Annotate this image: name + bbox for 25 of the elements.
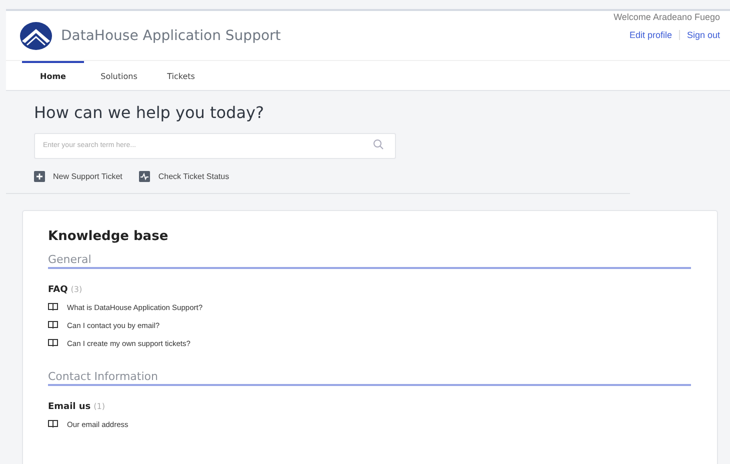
welcome-text: Welcome Aradeano Fuego	[614, 12, 720, 22]
action-link[interactable]: Check Ticket Status	[139, 170, 230, 182]
nav-tab[interactable]: Solutions	[88, 61, 150, 90]
section-heading: General	[48, 252, 691, 268]
article-count: (1)	[94, 402, 106, 410]
book-icon	[48, 420, 58, 428]
header-link[interactable]: Edit profile	[629, 30, 672, 40]
folder-link[interactable]: Email us	[48, 402, 91, 412]
action-link[interactable]: New Support Ticket	[34, 170, 122, 182]
article-count: (3)	[70, 284, 82, 294]
plus-icon	[34, 170, 45, 182]
book-icon	[48, 321, 58, 329]
site-title: DataHouse Application Support	[61, 28, 281, 44]
nav-tab[interactable]: Tickets	[150, 61, 212, 90]
book-icon	[48, 339, 58, 347]
card-title: Knowledge base	[48, 228, 170, 244]
pulse-icon	[139, 170, 150, 182]
logo-icon	[19, 20, 53, 50]
search-icon	[373, 139, 384, 150]
header-link[interactable]: Sign out	[686, 30, 720, 40]
nav-tab[interactable]: Home	[22, 61, 84, 90]
page-heading: How can we help you today?	[34, 102, 265, 122]
book-icon	[48, 303, 58, 311]
folder-link[interactable]: FAQ	[48, 284, 68, 294]
section-heading: Contact Information	[48, 370, 691, 386]
